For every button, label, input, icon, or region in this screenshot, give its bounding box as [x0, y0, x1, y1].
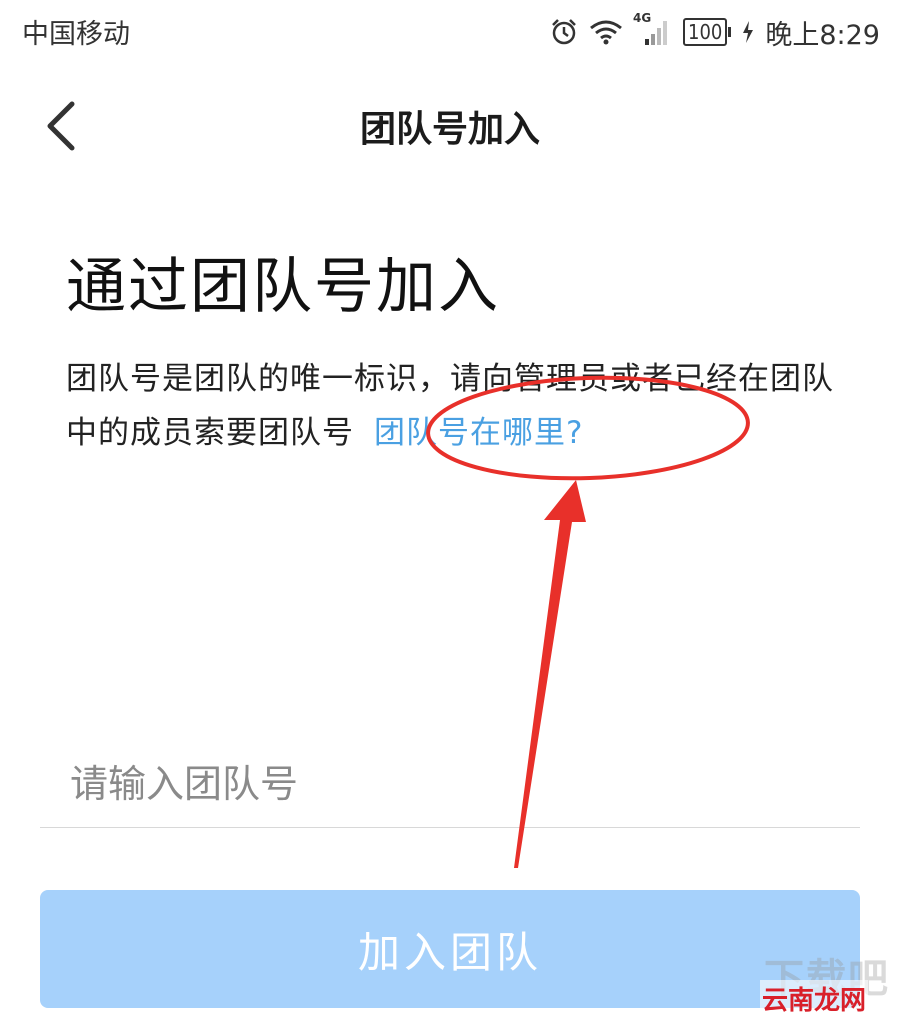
- help-link[interactable]: 团队号在哪里?: [374, 415, 583, 451]
- carrier-name: 中国移动: [22, 19, 130, 50]
- battery-cap: [728, 27, 732, 37]
- section-heading: 通过团队号加入: [66, 252, 500, 322]
- clock-time: 晚上8:29: [765, 19, 880, 51]
- wifi-icon: [589, 18, 623, 46]
- navigation-bar: 团队号加入: [0, 70, 900, 180]
- alarm-icon: [549, 17, 579, 47]
- team-number-input[interactable]: [40, 740, 860, 828]
- battery-level: 100: [683, 18, 728, 46]
- description-text: 团队号是团队的唯一标识，请向管理员或者已经在团队中的成员索要团队号 团队号在哪里?: [66, 352, 856, 460]
- network-type: 4G: [633, 11, 652, 25]
- signal-icon: 4G: [633, 11, 673, 47]
- battery-indicator: 100: [683, 18, 732, 46]
- status-icons: 4G 100 晚上8:29: [549, 11, 880, 52]
- page-title: 团队号加入: [359, 109, 540, 150]
- charging-icon: [741, 20, 755, 44]
- status-bar: 中国移动 4G 100 晚上8:29: [0, 0, 900, 64]
- join-team-button[interactable]: 加入团队: [40, 890, 860, 1008]
